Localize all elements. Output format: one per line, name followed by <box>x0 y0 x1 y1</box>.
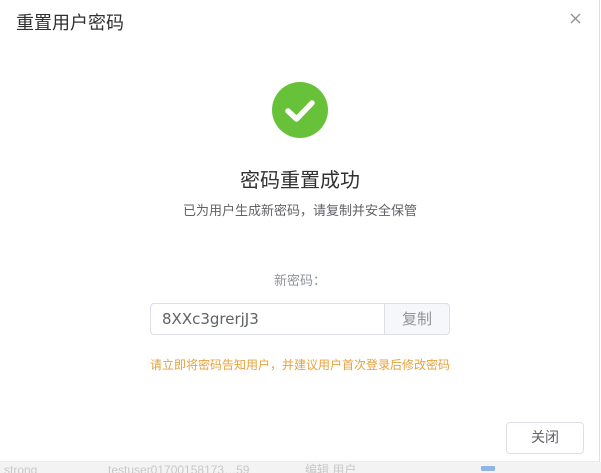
result-subtitle: 已为用户生成新密码，请复制并安全保管 <box>182 204 417 219</box>
warning-text: 请立即将密码告知用户，并建议用户首次登录后修改密码 <box>149 358 450 372</box>
dialog-title: 重置用户密码 <box>16 13 124 34</box>
background-text: strong <box>4 463 38 473</box>
password-input-group: 复制 <box>150 303 450 335</box>
background-text: testuser01700158173…59 <box>108 463 250 473</box>
result-title: 密码重置成功 <box>240 168 360 192</box>
background-text: 编辑 用户 <box>305 463 357 473</box>
new-password-label: 新密码： <box>273 274 326 289</box>
reset-password-dialog: 重置用户密码 密码重置成功 已为用户生成新密码，请复制并安全保管 新密码： 复制… <box>0 0 600 462</box>
copy-button[interactable]: 复制 <box>384 303 450 335</box>
background-table-row: strong testuser01700158173…59 编辑 用户 <box>0 462 601 473</box>
page: strong testuser01700158173…59 编辑 用户 重置用户… <box>0 0 601 473</box>
background-badge <box>481 466 495 471</box>
close-icon[interactable] <box>567 10 585 28</box>
check-circle-icon <box>272 82 328 138</box>
close-button[interactable]: 关闭 <box>506 422 584 454</box>
new-password-field[interactable] <box>150 303 384 335</box>
